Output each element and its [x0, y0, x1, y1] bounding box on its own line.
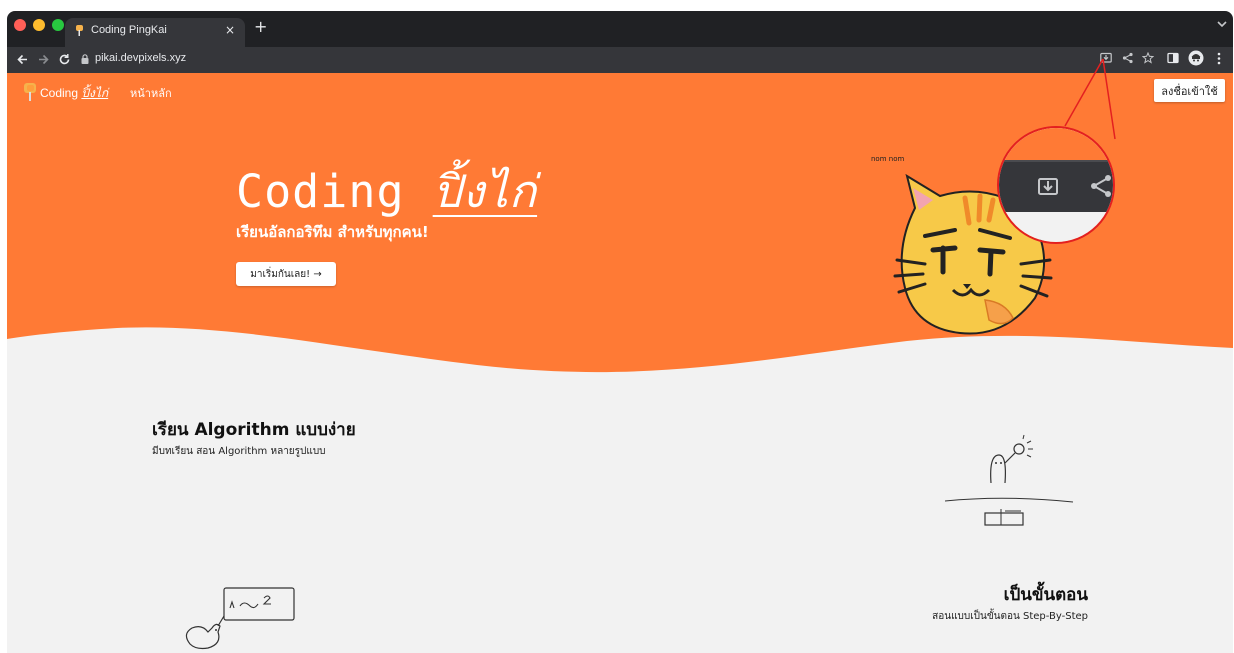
login-button[interactable]: ลงชื่อเข้าใช้	[1154, 79, 1225, 102]
reload-icon[interactable]	[58, 53, 71, 66]
feature-title-steps: เป็นขั้นตอน	[1003, 585, 1088, 605]
bookmark-star-icon[interactable]	[1142, 52, 1154, 64]
browser-toolbar: pikai.devpixels.xyz	[7, 47, 1233, 73]
nav-home-link[interactable]: หน้าหลัก	[130, 84, 172, 102]
profile-icon[interactable]	[1188, 50, 1204, 66]
get-started-button[interactable]: มาเริ่มกันเลย! →	[236, 262, 336, 286]
lightbulb-doodle-illustration	[945, 434, 1074, 526]
feature-desc-steps: สอนแบบเป็นขั้นตอน Step-By-Step	[932, 611, 1088, 622]
zoomed-toolbar-icons	[999, 128, 1113, 242]
site-favicon-icon	[76, 25, 83, 36]
brand-accent: ปิ้งไก่	[81, 86, 109, 100]
hero-title-prefix: Coding	[236, 165, 405, 218]
back-arrow-icon[interactable]	[16, 53, 29, 66]
chicken-whiteboard-doodle-illustration	[185, 587, 295, 650]
new-tab-button[interactable]: +	[254, 19, 267, 35]
hero-title: Coding ปิ้งไก่	[236, 155, 537, 227]
install-app-icon[interactable]	[1100, 52, 1112, 64]
side-panel-icon[interactable]	[1167, 52, 1179, 64]
maximize-window-button[interactable]	[52, 19, 64, 31]
feature-desc-algorithm: มีบทเรียน สอน Algorithm หลายรูปแบบ	[152, 446, 326, 457]
address-bar[interactable]: pikai.devpixels.xyz	[75, 51, 1093, 69]
close-window-button[interactable]	[14, 19, 26, 31]
hero-subtitle: เรียนอัลกอริทึม สำหรับทุกคน!	[236, 223, 429, 241]
web-page: Coding ปิ้งไก่ หน้าหลัก ลงชื่อเข้าใช้ Co…	[7, 73, 1233, 653]
tab-bar: Coding PingKai × +	[7, 11, 1233, 47]
browser-window: Coding PingKai × + pikai.devpixels.xyz C…	[7, 11, 1233, 653]
chevron-down-icon[interactable]	[1217, 20, 1227, 28]
zoom-callout	[997, 126, 1115, 244]
menu-kebab-icon[interactable]	[1217, 52, 1221, 65]
minimize-window-button[interactable]	[33, 19, 45, 31]
get-started-label: มาเริ่มกันเลย!	[250, 268, 311, 280]
share-icon[interactable]	[1122, 52, 1134, 64]
arrow-right-icon: →	[313, 268, 322, 280]
site-logo-icon	[24, 83, 36, 101]
forward-arrow-icon[interactable]	[37, 53, 50, 66]
feature-title-algorithm: เรียน Algorithm แบบง่าย	[152, 420, 356, 440]
browser-tab[interactable]: Coding PingKai ×	[65, 18, 245, 47]
tab-title: Coding PingKai	[91, 24, 167, 36]
lock-icon	[81, 54, 89, 64]
window-controls	[14, 19, 64, 31]
url-text: pikai.devpixels.xyz	[95, 52, 187, 64]
hero-title-accent: ปิ้งไก่	[432, 165, 538, 218]
mascot-caption: nom nom	[871, 155, 905, 163]
brand-logo-text[interactable]: Coding ปิ้งไก่	[40, 84, 108, 103]
brand-prefix: Coding	[40, 86, 79, 100]
tab-close-icon[interactable]: ×	[225, 23, 235, 37]
